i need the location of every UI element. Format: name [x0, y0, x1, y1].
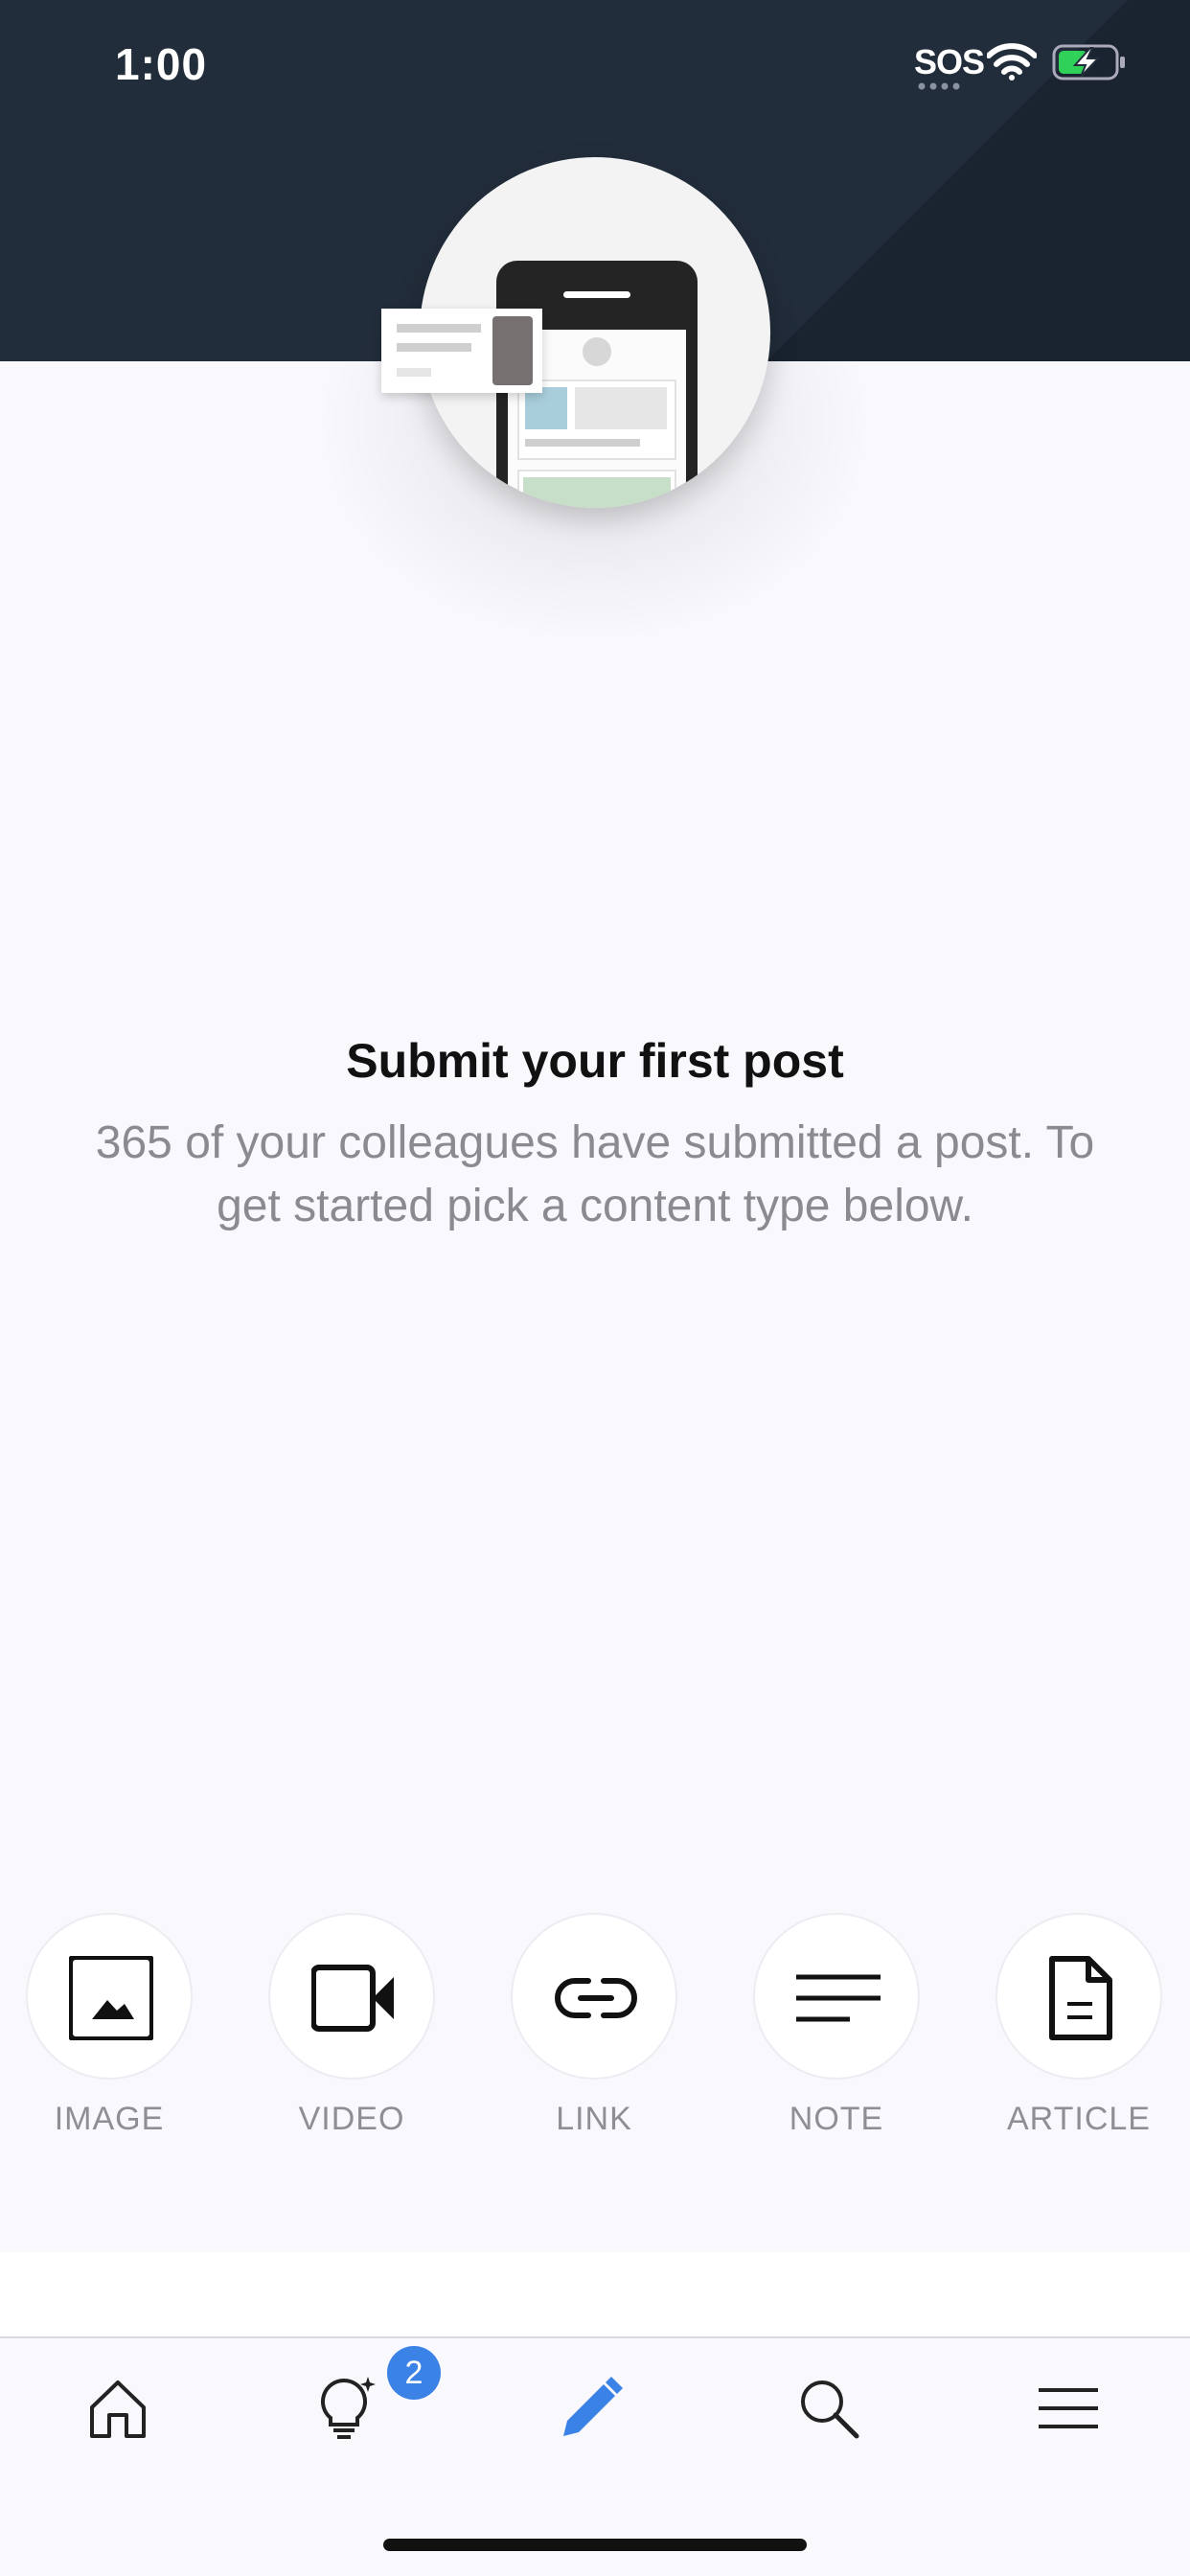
tab-search[interactable]	[772, 2352, 887, 2467]
link-icon	[555, 1978, 637, 2018]
battery-charging-icon	[1052, 44, 1125, 80]
content-type-picker: IMAGE VIDEO LINK NOTE ARTICLE	[0, 1913, 1190, 2143]
content-type-video-button[interactable]	[268, 1913, 435, 2080]
floating-post-card	[381, 309, 542, 393]
content-type-link[interactable]: LINK	[498, 1913, 690, 2143]
search-icon	[801, 2380, 859, 2439]
pencil-icon	[563, 2377, 623, 2436]
card-line	[397, 368, 431, 377]
content-divider	[0, 2252, 1190, 2336]
video-camera-icon	[311, 1965, 394, 2032]
card-line	[397, 324, 481, 333]
content-type-article[interactable]: ARTICLE	[983, 1913, 1175, 2143]
content-type-note-button[interactable]	[753, 1913, 920, 2080]
content-type-note[interactable]: NOTE	[741, 1913, 932, 2143]
screen-text-line	[525, 439, 640, 447]
content-type-label: ARTICLE	[1007, 2101, 1151, 2137]
tab-home[interactable]	[61, 2352, 176, 2467]
tab-ideas[interactable]	[287, 2352, 402, 2467]
note-lines-icon	[796, 1974, 881, 2022]
card-block	[492, 316, 533, 385]
screen-image	[523, 477, 671, 508]
screen-thumbnail	[525, 387, 567, 429]
home-icon	[90, 2380, 146, 2438]
document-icon	[1049, 1956, 1112, 2040]
hamburger-menu-icon	[1039, 2388, 1098, 2428]
lightbulb-icon	[320, 2377, 376, 2439]
content-type-image[interactable]: IMAGE	[13, 1913, 205, 2143]
empty-state-title: Submit your first post	[346, 1034, 844, 1088]
content-type-label: LINK	[556, 2101, 632, 2137]
card-line	[397, 343, 471, 352]
home-indicator[interactable]	[383, 2539, 807, 2551]
content-type-label: NOTE	[789, 2101, 884, 2137]
content-type-link-button[interactable]	[511, 1913, 677, 2080]
screen-text-block	[575, 387, 667, 429]
phone-speaker	[563, 291, 630, 298]
screen-card	[517, 470, 676, 508]
wifi-icon	[987, 43, 1037, 80]
content-type-video[interactable]: VIDEO	[256, 1913, 447, 2143]
tab-menu[interactable]	[1012, 2352, 1127, 2467]
empty-state-subtitle: 365 of your colleagues have submitted a …	[95, 1117, 1095, 1231]
tab-compose[interactable]	[535, 2352, 650, 2467]
status-time: 1:00	[115, 39, 208, 89]
content-type-image-button[interactable]	[26, 1913, 193, 2080]
content-type-label: IMAGE	[54, 2101, 165, 2137]
image-icon	[69, 1956, 153, 2040]
ideas-badge: 2	[387, 2346, 441, 2400]
screen-avatar	[583, 337, 611, 366]
sos-indicator: SOS	[914, 42, 985, 81]
content-type-article-button[interactable]	[995, 1913, 1162, 2080]
status-bar: 1:00 SOS	[0, 0, 1190, 134]
signal-dots-icon	[918, 82, 960, 90]
content-type-label: VIDEO	[298, 2101, 405, 2137]
